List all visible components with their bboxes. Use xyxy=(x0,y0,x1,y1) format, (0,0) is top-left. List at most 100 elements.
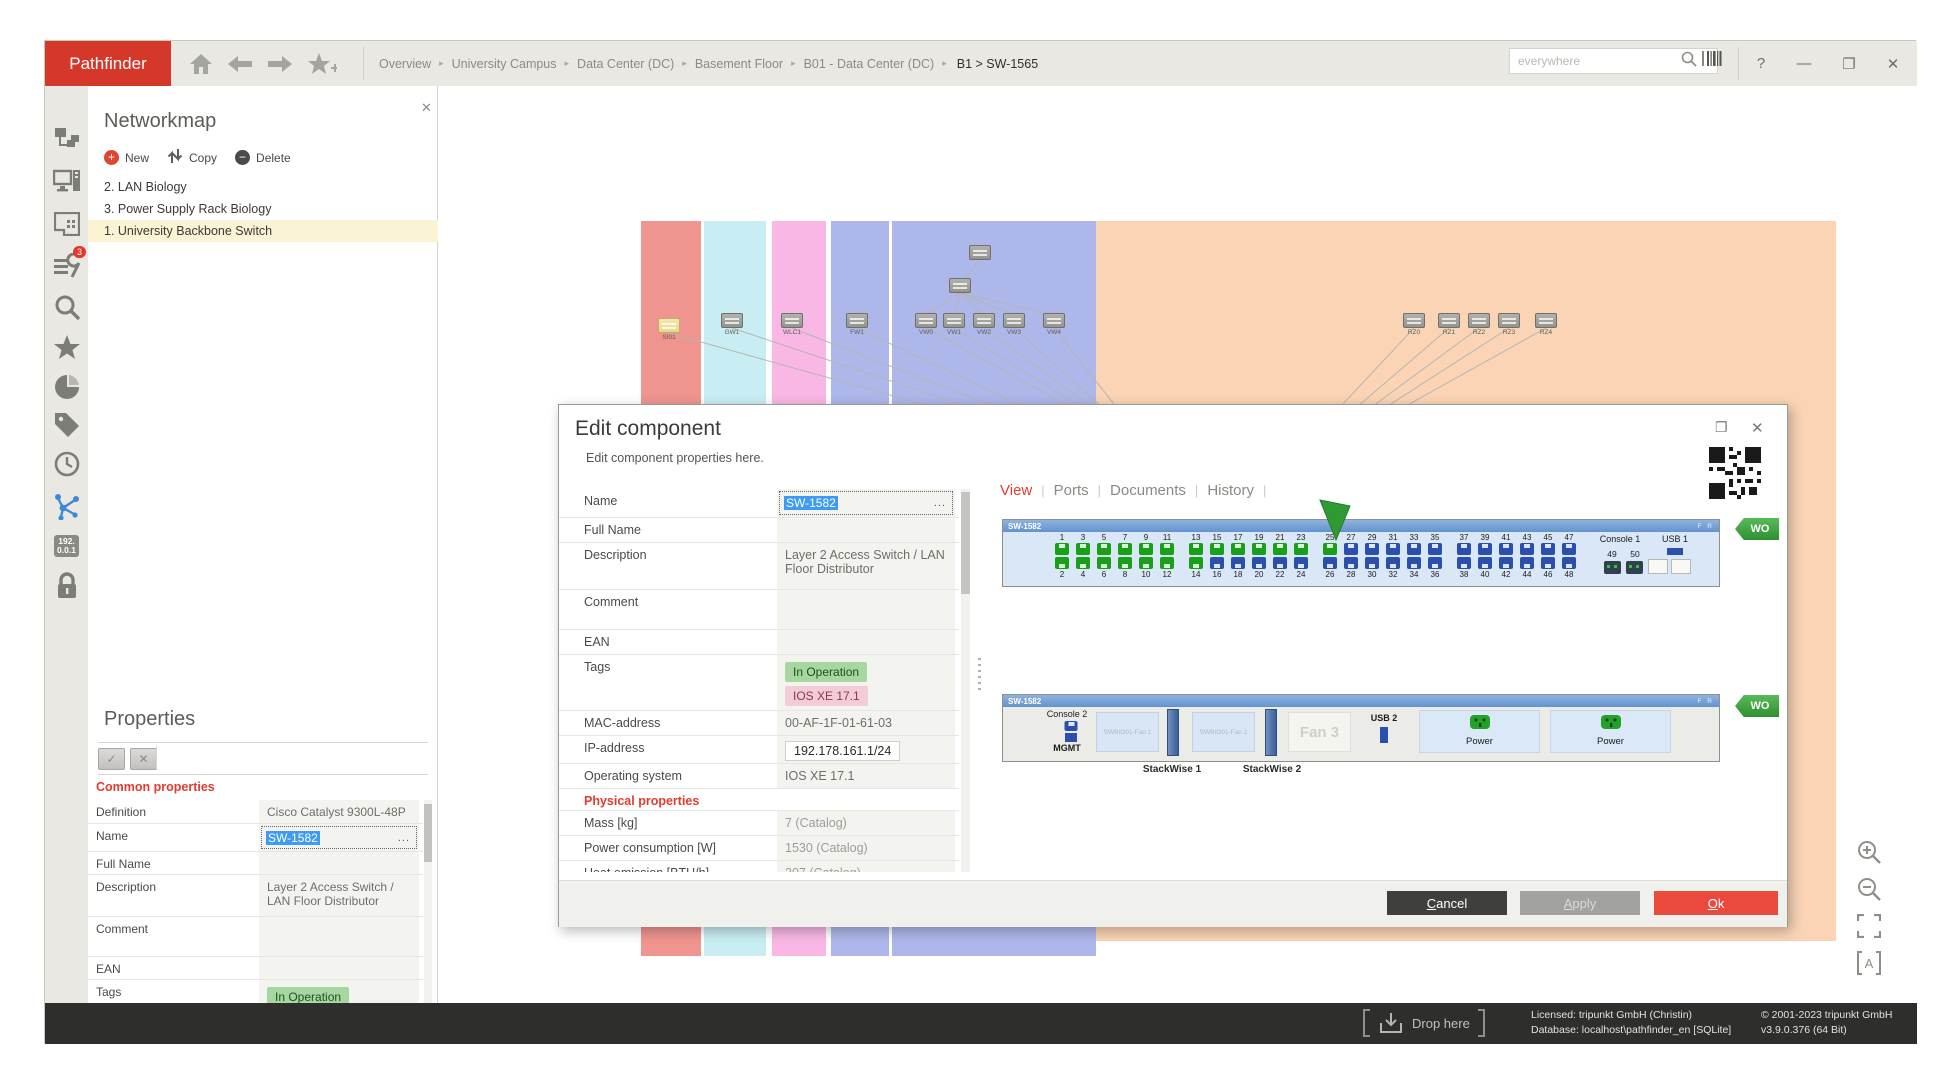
rj45-port-30[interactable] xyxy=(1365,557,1379,569)
network-node-gw1[interactable] xyxy=(721,313,743,328)
close-button[interactable]: ✕ xyxy=(1875,41,1911,86)
ip-address-icon[interactable]: 192.0.0.1 xyxy=(51,530,82,561)
network-node-rz4[interactable] xyxy=(1535,313,1557,328)
field-value[interactable]: IOS XE 17.1 xyxy=(777,764,955,788)
empty-slot[interactable] xyxy=(1648,559,1668,574)
rj45-port-14[interactable] xyxy=(1189,557,1203,569)
networkmap-list-item[interactable]: 3. Power Supply Rack Biology xyxy=(88,198,438,220)
network-node-wlc1[interactable] xyxy=(781,313,803,328)
rj45-port-36[interactable] xyxy=(1428,557,1442,569)
minimize-button[interactable]: — xyxy=(1786,41,1822,86)
tags-icon[interactable] xyxy=(51,409,82,440)
copy-button[interactable]: Copy xyxy=(189,151,217,165)
breadcrumb-item[interactable]: University Campus xyxy=(452,57,557,71)
rj45-port-19[interactable] xyxy=(1252,543,1266,555)
power-supply-2[interactable]: Power xyxy=(1550,710,1671,753)
form-scrollbar[interactable] xyxy=(961,489,970,872)
rj45-port-39[interactable] xyxy=(1478,543,1492,555)
rj45-port-10[interactable] xyxy=(1139,557,1153,569)
network-node-vw4[interactable] xyxy=(1043,313,1065,328)
uplink-port-50[interactable] xyxy=(1626,561,1643,574)
rj45-port-3[interactable] xyxy=(1076,543,1090,555)
field-value[interactable]: Cisco Catalyst 9300L-48P xyxy=(259,800,419,823)
rj45-port-46[interactable] xyxy=(1541,557,1555,569)
rj45-port-35[interactable] xyxy=(1428,543,1442,555)
breadcrumb-item[interactable]: Data Center (DC) xyxy=(577,57,674,71)
network-node[interactable] xyxy=(949,278,971,293)
network-node-vw2[interactable] xyxy=(973,313,995,328)
rj45-port-22[interactable] xyxy=(1273,557,1287,569)
field-value[interactable]: SW-1582... xyxy=(259,824,419,851)
topology-icon[interactable] xyxy=(51,490,82,521)
rj45-port-33[interactable] xyxy=(1407,543,1421,555)
rj45-port-5[interactable] xyxy=(1097,543,1111,555)
new-icon[interactable]: + xyxy=(104,150,119,165)
field-value[interactable]: Layer 2 Access Switch / LAN Floor Distri… xyxy=(259,875,419,916)
dialog-close-icon[interactable]: ✕ xyxy=(1751,419,1764,437)
switch-rear-panel[interactable]: SW-1582F R Console 2 MGMT SWBIO01-Fan 1 … xyxy=(1002,694,1720,762)
networkmap-close-icon[interactable]: ✕ xyxy=(421,100,432,116)
rj45-port-40[interactable] xyxy=(1478,557,1492,569)
rj45-port-24[interactable] xyxy=(1294,557,1308,569)
labels-toggle-icon[interactable]: A xyxy=(1853,947,1885,979)
field-value[interactable] xyxy=(777,590,955,629)
power-supply-1[interactable]: Power xyxy=(1419,710,1540,753)
rj45-port-16[interactable] xyxy=(1210,557,1224,569)
discard-x-icon[interactable]: ✕ xyxy=(130,748,157,770)
rj45-port-2[interactable] xyxy=(1055,557,1069,569)
stackwise2-connector[interactable] xyxy=(1265,709,1277,756)
switch-front-panel[interactable]: SW-1582F R Console 1 USB 1 49 50 1234567… xyxy=(1002,519,1720,587)
rj45-port-37[interactable] xyxy=(1457,543,1471,555)
network-node-vw1[interactable] xyxy=(943,313,965,328)
field-value[interactable] xyxy=(259,957,419,979)
rj45-port-17[interactable] xyxy=(1231,543,1245,555)
cancel-button[interactable]: Cancel xyxy=(1387,891,1507,915)
forward-icon[interactable] xyxy=(267,55,293,73)
rj45-port-26[interactable] xyxy=(1323,557,1337,569)
rj45-port-15[interactable] xyxy=(1210,543,1224,555)
networkmap-list-item[interactable]: 1. University Backbone Switch xyxy=(88,220,438,242)
help-button[interactable]: ? xyxy=(1743,41,1779,86)
rj45-port-12[interactable] xyxy=(1160,557,1174,569)
uplink-port-49[interactable] xyxy=(1604,561,1621,574)
splitter-handle[interactable] xyxy=(978,658,981,694)
field-value[interactable] xyxy=(777,518,955,542)
rj45-port-45[interactable] xyxy=(1541,543,1555,555)
name-field[interactable]: SW-1582... xyxy=(261,826,417,849)
rj45-port-8[interactable] xyxy=(1118,557,1132,569)
rj45-port-34[interactable] xyxy=(1407,557,1421,569)
tag-chip[interactable]: IOS XE 17.1 xyxy=(785,686,868,706)
field-value[interactable]: 7 (Catalog) xyxy=(777,811,955,835)
zoom-out-icon[interactable] xyxy=(1853,873,1885,905)
rj45-port-32[interactable] xyxy=(1386,557,1400,569)
field-value[interactable]: 307 (Catalog) xyxy=(777,861,955,872)
rj45-port-4[interactable] xyxy=(1076,557,1090,569)
rj45-port-20[interactable] xyxy=(1252,557,1266,569)
stackwise1-connector[interactable] xyxy=(1167,709,1179,756)
rj45-port-21[interactable] xyxy=(1273,543,1287,555)
rj45-port-29[interactable] xyxy=(1365,543,1379,555)
floorplan-icon[interactable] xyxy=(51,208,82,239)
drop-here-target[interactable]: Drop here xyxy=(1363,1009,1485,1037)
tab-history[interactable]: History xyxy=(1207,482,1254,499)
field-value[interactable]: 192.178.161.1/24 xyxy=(777,736,955,763)
tools-icon[interactable]: 3 xyxy=(51,250,82,281)
networkmap-list-item[interactable]: 2. LAN Biology xyxy=(88,176,438,198)
delete-button[interactable]: Delete xyxy=(256,151,291,165)
apply-button[interactable]: Apply xyxy=(1520,891,1640,915)
breadcrumb-item[interactable]: Basement Floor xyxy=(695,57,783,71)
ok-button[interactable]: Ok xyxy=(1654,891,1778,915)
rj45-port-1[interactable] xyxy=(1055,543,1069,555)
rj45-port-9[interactable] xyxy=(1139,543,1153,555)
favorite-add-icon[interactable] xyxy=(307,52,337,76)
network-node-rz1[interactable] xyxy=(1438,313,1460,328)
work-order-badge[interactable]: WO xyxy=(1735,518,1779,540)
field-value[interactable] xyxy=(777,630,955,654)
field-value[interactable]: In Operation xyxy=(259,980,419,1003)
field-value[interactable] xyxy=(259,852,419,874)
field-value[interactable]: Layer 2 Access Switch / LAN Floor Distri… xyxy=(777,543,955,589)
ellipsis-button[interactable]: ... xyxy=(398,832,410,844)
usb1-port[interactable] xyxy=(1667,548,1683,555)
rj45-port-48[interactable] xyxy=(1562,557,1576,569)
new-button[interactable]: New xyxy=(125,151,149,165)
